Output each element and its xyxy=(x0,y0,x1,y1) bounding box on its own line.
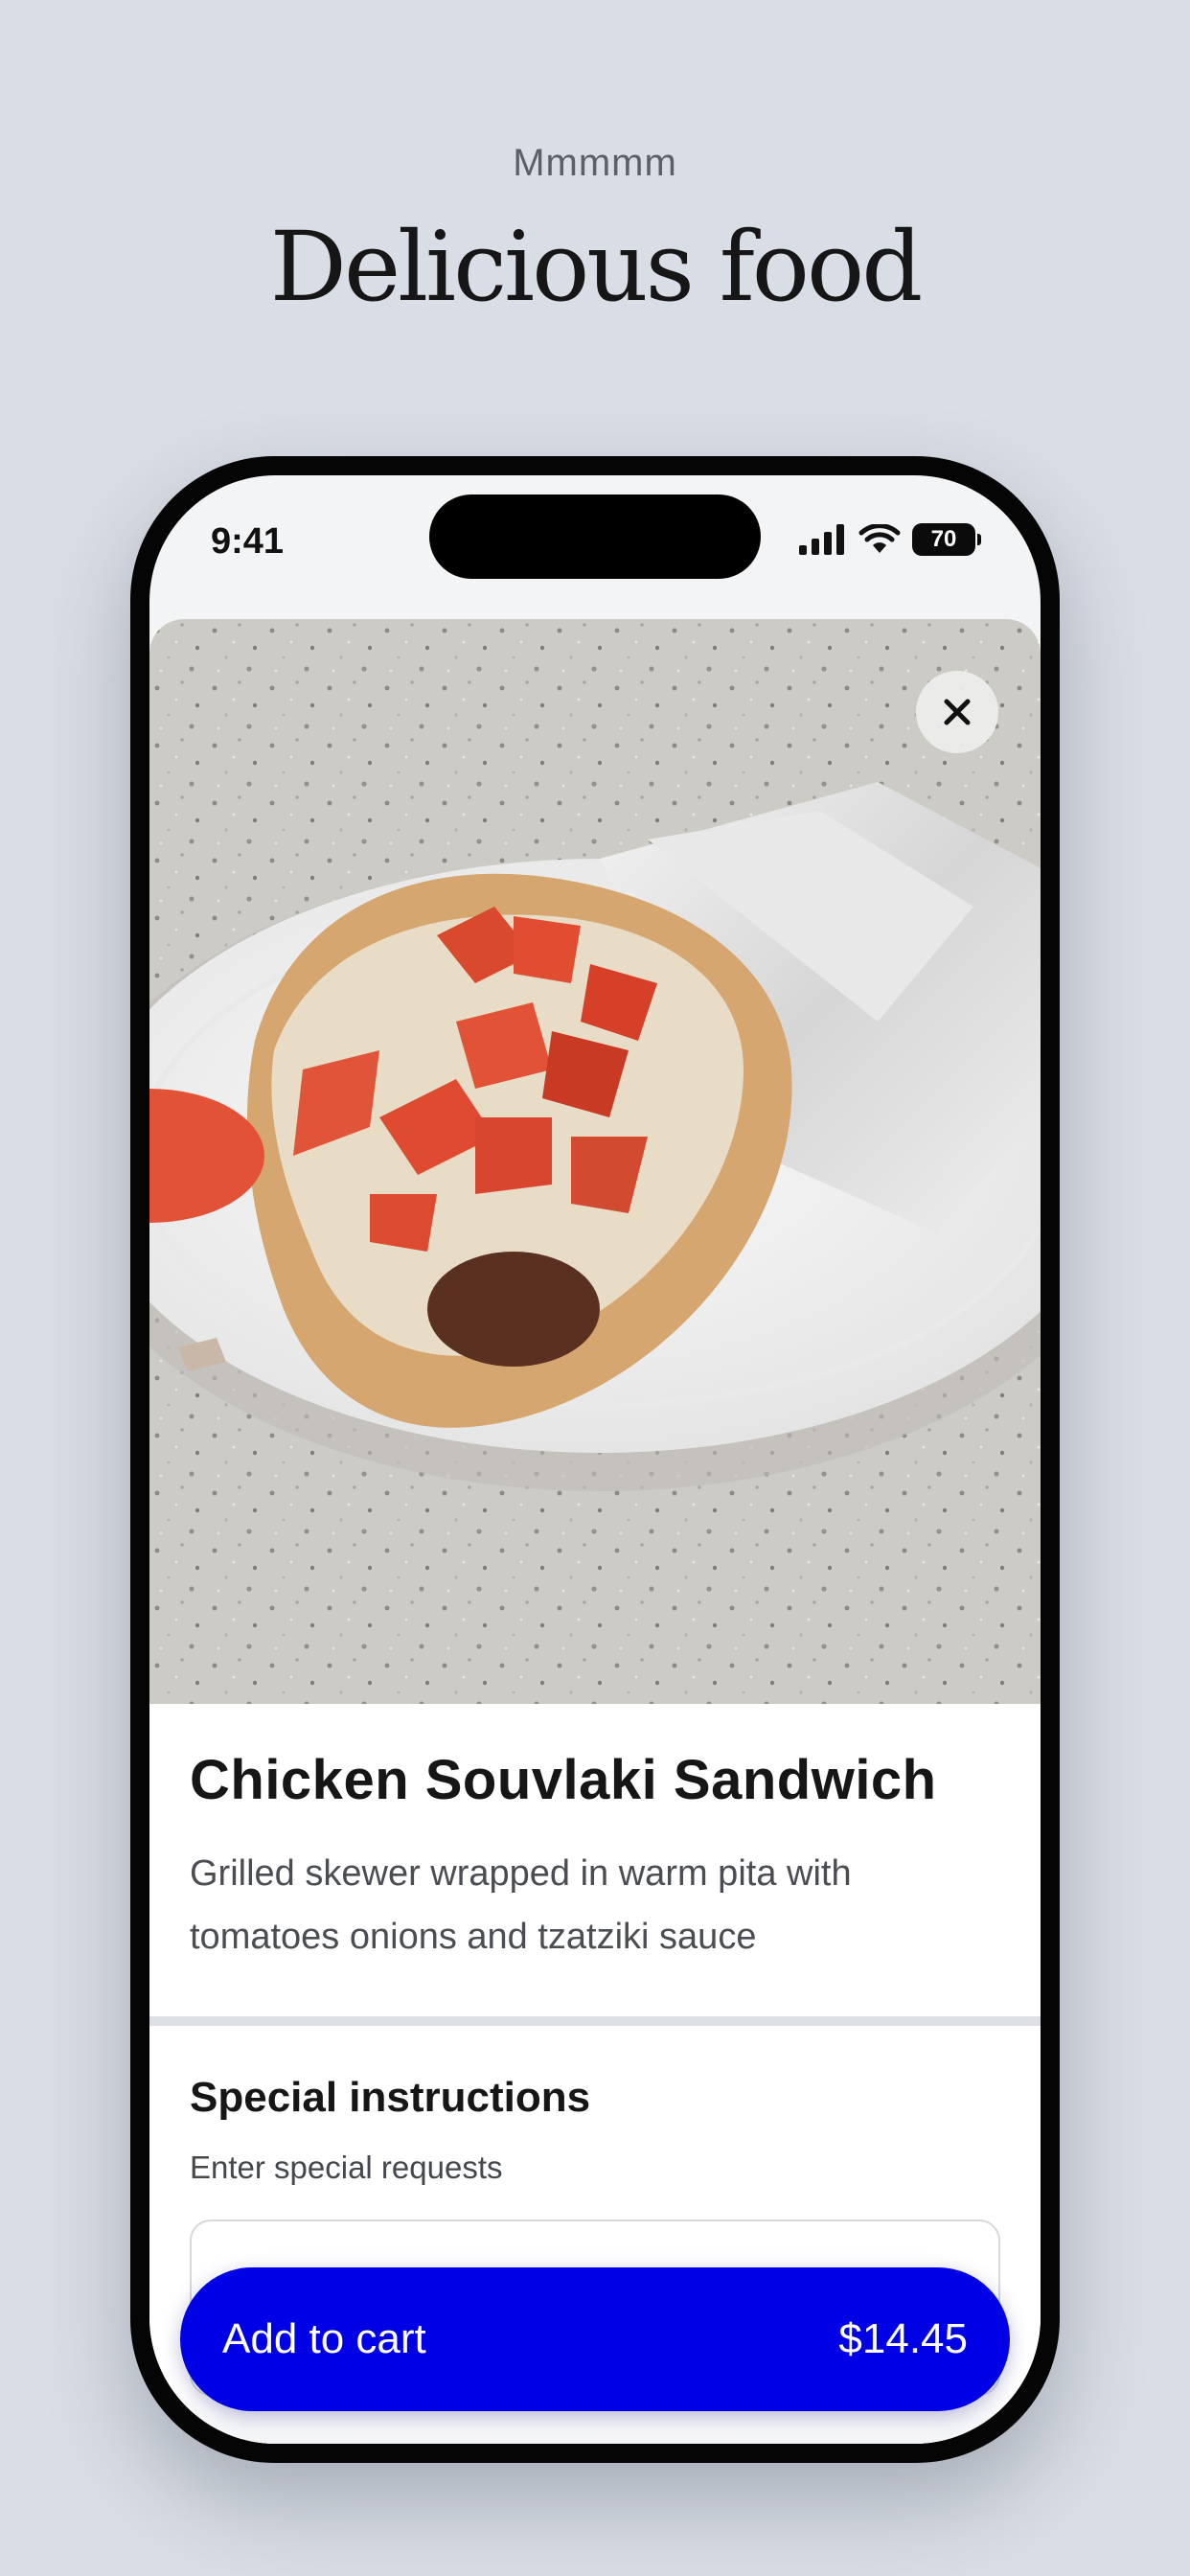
chicken-souvlaki-photo xyxy=(149,619,1041,1704)
close-icon xyxy=(944,699,971,725)
add-to-cart-label: Add to cart xyxy=(222,2315,426,2362)
item-title: Chicken Souvlaki Sandwich xyxy=(190,1749,937,1811)
wifi-icon xyxy=(858,524,901,553)
item-description: Grilled skewer wrapped in warm pita with… xyxy=(190,1853,852,1957)
promo-headline: Delicious food xyxy=(269,211,923,323)
status-time: 9:41 xyxy=(211,521,285,562)
phone-frame: 9:41 70 Chicken Souvlaki Sandwich Grille… xyxy=(130,456,1060,2463)
battery-icon: 70 xyxy=(912,523,981,556)
signal-icon xyxy=(799,524,844,555)
special-instructions-subtitle: Enter special requests xyxy=(190,2150,503,2185)
item-detail-sheet: Chicken Souvlaki Sandwich Grilled skewer… xyxy=(149,619,1041,2444)
promo-kicker: Mmmmm xyxy=(513,142,677,184)
dynamic-island xyxy=(429,494,761,579)
phone-screen: 9:41 70 Chicken Souvlaki Sandwich Grille… xyxy=(149,475,1041,2444)
close-button[interactable] xyxy=(916,671,998,753)
cart-price: $14.45 xyxy=(838,2315,968,2362)
status-icons: 70 xyxy=(799,523,981,556)
add-to-cart-button[interactable]: Add to cart $14.45 xyxy=(180,2267,1010,2411)
section-divider xyxy=(149,2016,1041,2026)
special-instructions-title: Special instructions xyxy=(190,2074,591,2121)
